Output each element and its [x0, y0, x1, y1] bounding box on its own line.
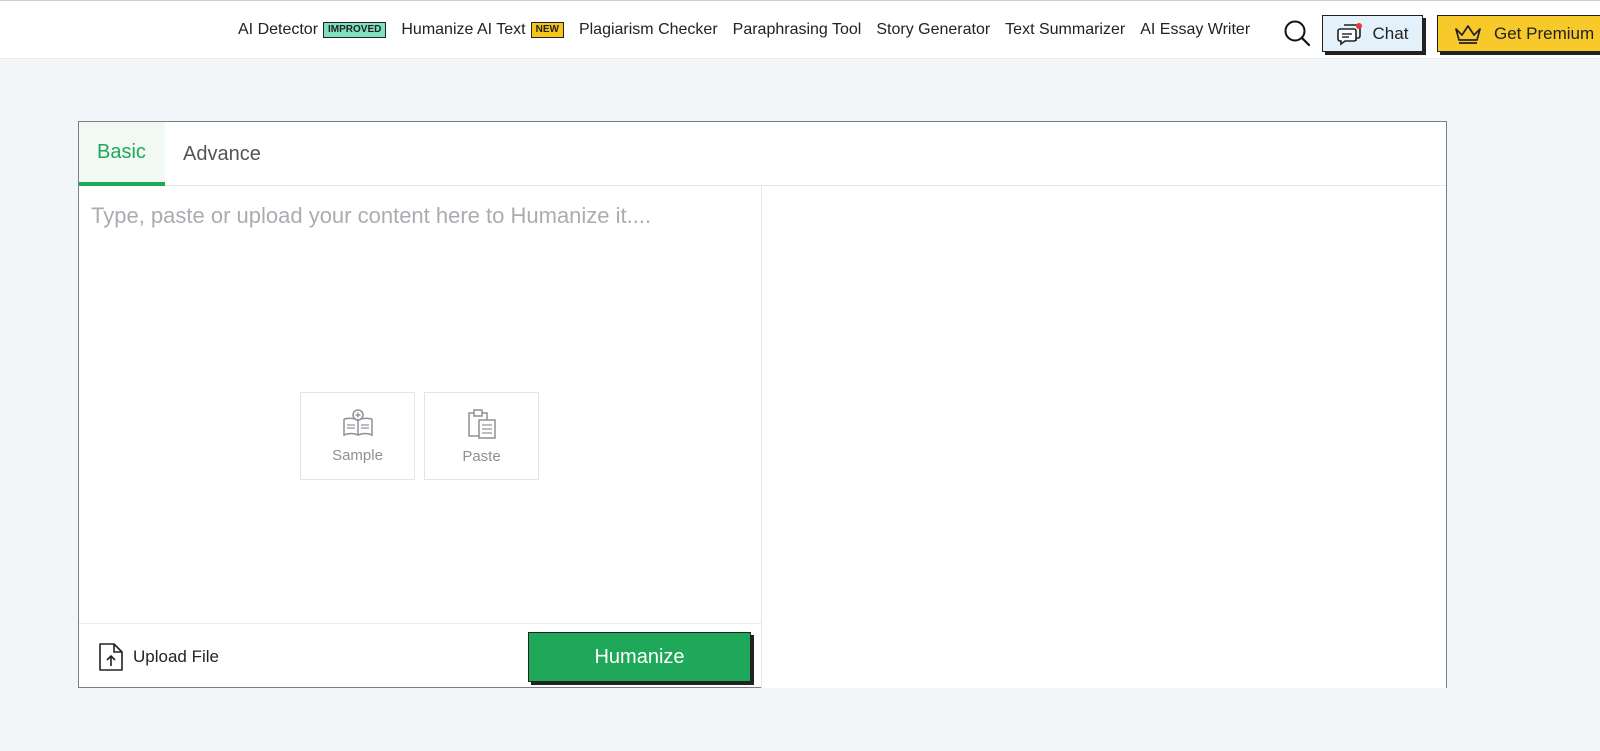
nav-item-text-summarizer[interactable]: Text Summarizer: [1005, 21, 1125, 39]
nav-item-label: Humanize AI Text: [401, 21, 526, 38]
nav-item-label: Story Generator: [876, 21, 991, 38]
nav-item-paraphrasing-tool[interactable]: Paraphrasing Tool: [733, 21, 862, 39]
input-footer: Upload File Humanize: [79, 623, 761, 688]
upload-file-label: Upload File: [133, 647, 219, 666]
upload-file-button[interactable]: Upload File: [97, 642, 219, 672]
nav-item-story-generator[interactable]: Story Generator: [876, 21, 990, 39]
nav-item-ai-essay-writer[interactable]: AI Essay Writer: [1140, 21, 1250, 39]
get-premium-button[interactable]: Get Premium: [1437, 15, 1600, 52]
output-pane: [762, 186, 1446, 688]
nav-item-humanize-ai-text[interactable]: Humanize AI Text NEW: [401, 21, 564, 39]
nav-item-ai-detector[interactable]: AI Detector IMPROVED: [238, 21, 387, 39]
humanizer-panel: Basic Advance Sample: [78, 121, 1447, 688]
new-badge: NEW: [530, 22, 564, 38]
get-premium-label: Get Premium: [1494, 23, 1595, 43]
tab-basic[interactable]: Basic: [79, 122, 165, 186]
paste-button[interactable]: Paste: [424, 392, 539, 480]
clipboard-icon: [467, 408, 496, 439]
nav-item-label: Plagiarism Checker: [578, 21, 718, 38]
humanize-button[interactable]: Humanize: [528, 632, 751, 682]
sample-book-icon: [342, 408, 373, 436]
upload-file-icon: [99, 643, 123, 671]
top-navbar: AI Detector IMPROVED Humanize AI Text NE…: [0, 0, 1600, 59]
nav-item-label: Paraphrasing Tool: [732, 21, 862, 38]
search-icon[interactable]: [1283, 19, 1311, 47]
nav-item-plagiarism-checker[interactable]: Plagiarism Checker: [579, 21, 718, 39]
mode-tabs: Basic Advance: [79, 122, 1446, 186]
paste-label: Paste: [462, 447, 501, 465]
sample-button[interactable]: Sample: [300, 392, 415, 480]
chat-icon: [1336, 22, 1362, 46]
main-nav: AI Detector IMPROVED Humanize AI Text NE…: [238, 21, 1265, 39]
nav-item-label: AI Detector: [238, 21, 319, 38]
chat-button-label: Chat: [1372, 23, 1409, 43]
content-input[interactable]: [79, 186, 761, 623]
nav-item-label: AI Essay Writer: [1140, 21, 1251, 38]
sample-label: Sample: [332, 446, 383, 464]
input-pane: Sample Paste Upload File: [79, 186, 762, 688]
tab-advance[interactable]: Advance: [183, 122, 261, 186]
chat-button[interactable]: Chat: [1322, 15, 1423, 52]
nav-item-label: Text Summarizer: [1005, 21, 1126, 38]
crown-icon: [1455, 24, 1481, 44]
improved-badge: IMPROVED: [323, 22, 387, 38]
